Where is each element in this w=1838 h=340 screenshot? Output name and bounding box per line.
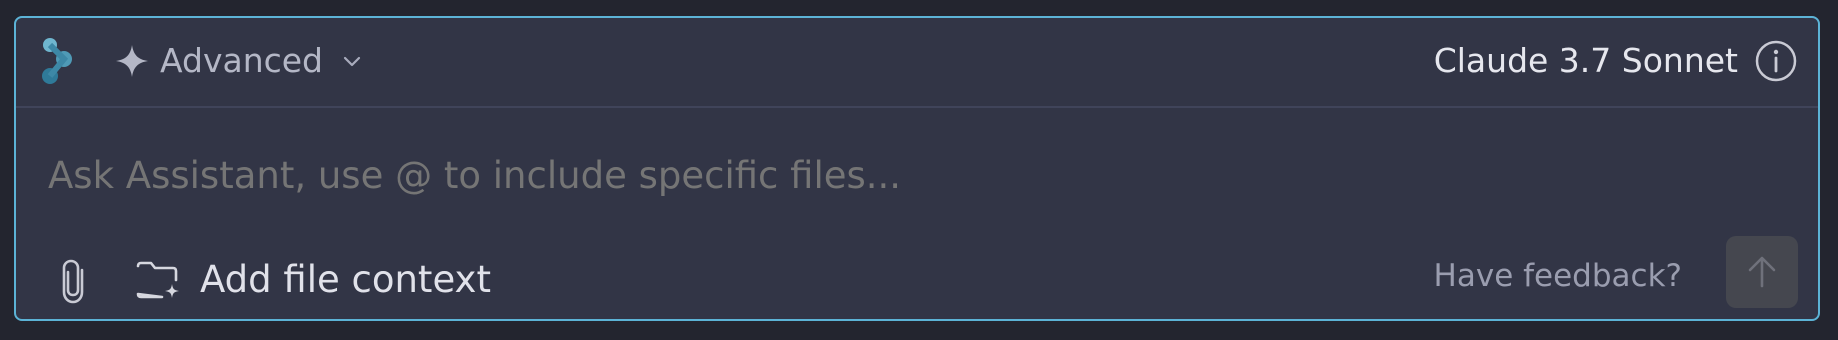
arrow-up-icon [1748,256,1776,288]
paperclip-icon[interactable] [56,258,96,306]
assistant-chat-panel: Advanced Claude 3.7 Sonnet Add file cont… [14,16,1820,321]
send-button[interactable] [1726,236,1798,308]
mode-selector[interactable]: Advanced [114,40,363,82]
model-name[interactable]: Claude 3.7 Sonnet [1434,40,1738,82]
assistant-logo-icon [42,38,72,84]
prompt-input[interactable] [48,154,1648,198]
add-file-context-label: Add file context [200,258,491,301]
mode-label: Advanced [160,41,324,80]
add-file-context-button[interactable]: Add file context [134,254,491,306]
chevron-down-icon [343,56,361,67]
feedback-link[interactable]: Have feedback? [1434,254,1682,298]
folder-add-icon [136,261,179,299]
sparkle-icon [116,45,148,77]
info-icon[interactable] [1754,39,1798,83]
chat-header: Advanced Claude 3.7 Sonnet [16,18,1818,108]
